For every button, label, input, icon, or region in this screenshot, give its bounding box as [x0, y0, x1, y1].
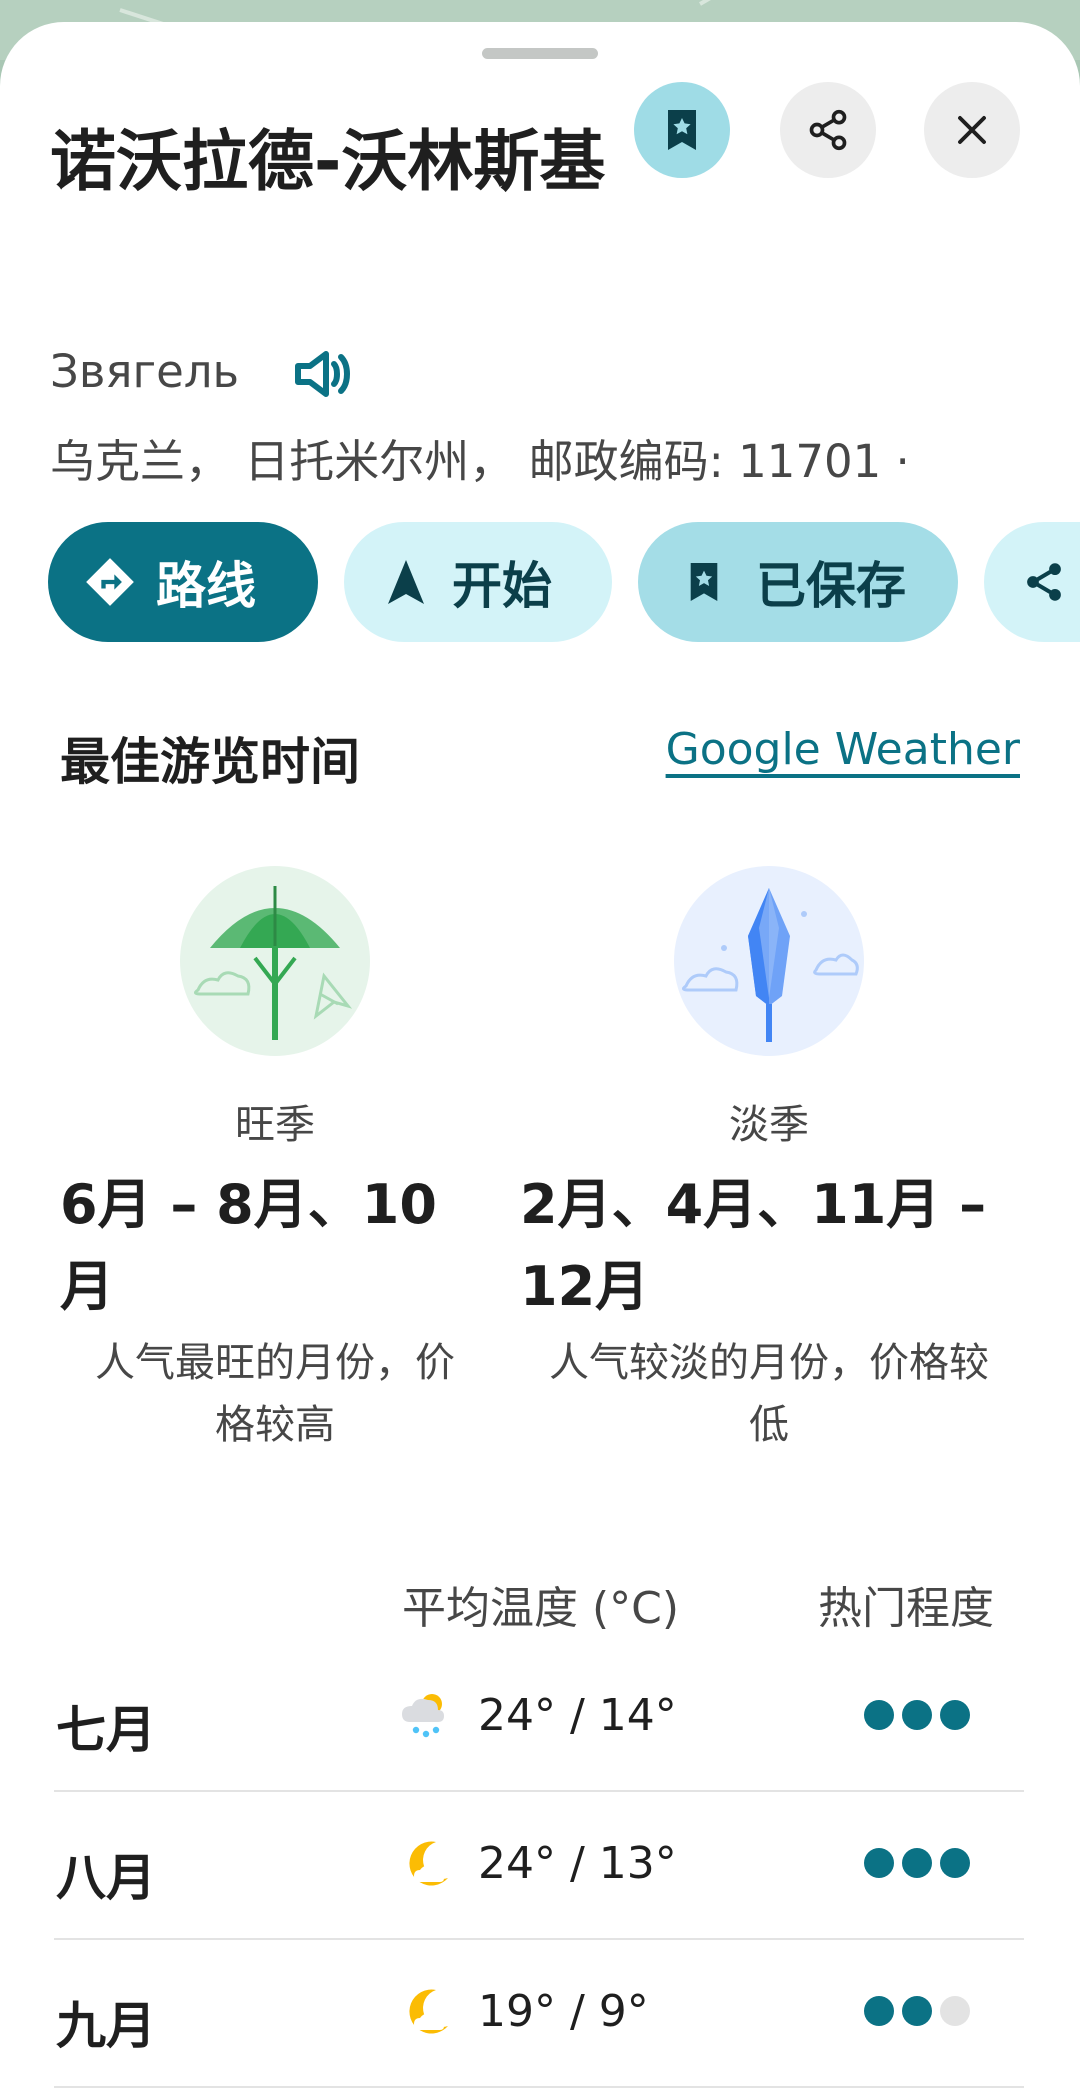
best-time-title: 最佳游览时间: [60, 733, 360, 791]
table-row: 九月 19° / 9°: [54, 1938, 1024, 2086]
off-season-desc-line1: 人气较淡的月份，价格较: [549, 1340, 989, 1386]
navigation-arrow-icon: [378, 554, 434, 610]
share-icon: [809, 109, 847, 151]
map-road: [699, 0, 805, 6]
peak-season-months-line1: 6月 – 8月、10: [60, 1173, 437, 1236]
peak-season-tree-icon: [180, 866, 370, 1056]
share-button[interactable]: [780, 82, 876, 178]
drag-handle[interactable]: [482, 48, 598, 59]
popularity-indicator: [864, 1996, 970, 2026]
moon-cloud-icon: [409, 1989, 448, 2034]
save-button[interactable]: [634, 82, 730, 178]
directions-icon: [82, 554, 138, 610]
peak-season-desc-line1: 人气最旺的月份，价: [95, 1340, 455, 1386]
table-row: 七月 24° / 14°: [54, 1642, 1024, 1790]
popularity-header: 热门程度: [818, 1583, 994, 1634]
start-label: 开始: [452, 557, 552, 615]
popularity-dot: [902, 1996, 932, 2026]
popularity-dot: [940, 1700, 970, 1730]
saved-label: 已保存: [756, 557, 906, 615]
popularity-indicator: [864, 1848, 970, 1878]
rain-cloud-icon: [402, 1694, 444, 1738]
saved-chip[interactable]: 已保存: [638, 522, 958, 642]
popularity-dot: [902, 1848, 932, 1878]
peak-season-label: 旺季: [235, 1102, 315, 1148]
off-season-months-line1: 2月、4月、11月 –: [520, 1173, 987, 1236]
bookmark-star-icon: [676, 554, 732, 610]
transliteration: Звягель: [50, 345, 240, 398]
route-label: 路线: [156, 557, 256, 615]
bookmark-star-icon: [668, 110, 696, 150]
popularity-dot: [864, 1848, 894, 1878]
row-divider: [54, 2086, 1024, 2088]
month-label: 九月: [56, 1997, 156, 2055]
month-label: 八月: [56, 1849, 156, 1907]
address: 乌克兰， 日托米尔州， 邮政编码: 11701 ·: [50, 435, 910, 488]
place-sheet: 诺沃拉德-沃林斯基 Звягель 乌克兰， 日托米尔州， 邮政编码: 1170…: [0, 22, 1080, 2097]
popularity-dot: [864, 1700, 894, 1730]
temperature-range: 24° / 13°: [478, 1838, 677, 1889]
popularity-dot: [940, 1848, 970, 1878]
popularity-dot: [864, 1996, 894, 2026]
popularity-dot: [902, 1700, 932, 1730]
speaker-icon[interactable]: [290, 342, 354, 406]
temperature-range: 24° / 14°: [478, 1690, 677, 1741]
avg-temp-header: 平均温度 (°C): [402, 1583, 680, 1634]
peak-season-months-line2: 月: [60, 1255, 114, 1318]
google-weather-link[interactable]: Google Weather: [666, 724, 1020, 775]
temperature-range: 19° / 9°: [478, 1986, 649, 2037]
off-season-desc-line2: 低: [749, 1402, 789, 1448]
share-icon: [1016, 554, 1072, 610]
close-button[interactable]: [924, 82, 1020, 178]
place-title: 诺沃拉德-沃林斯基: [50, 123, 606, 200]
off-season-tree-icon: [674, 866, 864, 1056]
popularity-indicator: [864, 1700, 970, 1730]
route-chip[interactable]: 路线: [48, 522, 318, 642]
off-season-label: 淡季: [729, 1102, 809, 1148]
close-icon: [958, 116, 986, 144]
popularity-dot: [940, 1996, 970, 2026]
month-label: 七月: [56, 1701, 156, 1759]
off-season-months-line2: 12月: [520, 1255, 650, 1318]
moon-cloud-icon: [409, 1841, 448, 1886]
share-chip[interactable]: [984, 522, 1080, 642]
peak-season-desc-line2: 格较高: [215, 1402, 335, 1448]
table-row: 八月 24° / 13°: [54, 1790, 1024, 1938]
start-chip[interactable]: 开始: [344, 522, 612, 642]
